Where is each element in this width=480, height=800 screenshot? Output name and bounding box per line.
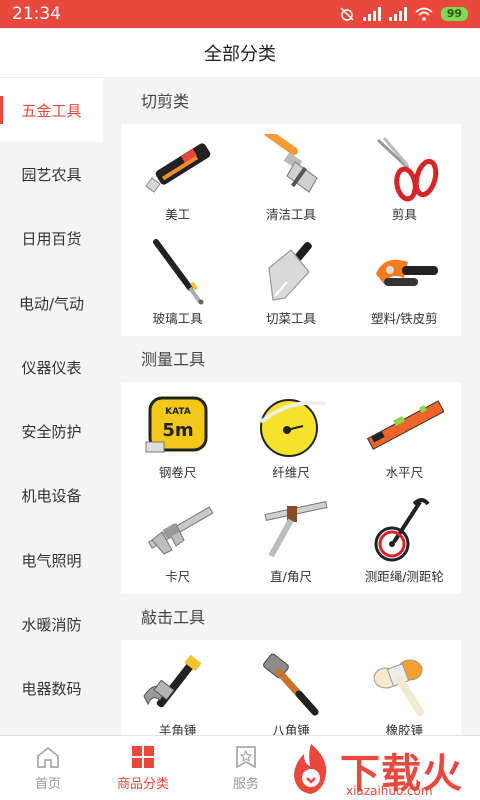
sidebar-item-label: 机电设备	[21, 487, 82, 506]
pipe-cutter-icon	[376, 259, 439, 286]
service-icon	[236, 746, 256, 769]
scraper-icon	[263, 134, 318, 193]
tab-service[interactable]: 服务	[206, 736, 286, 800]
status-time: 21:34	[12, 4, 61, 24]
rubber-mallet-icon	[373, 659, 425, 716]
header: 全部分类	[0, 28, 480, 78]
category-sidebar: 五金工具 园艺农具 日用百货 电动/气动 仪器仪表 安全防护 机电设备 电气照明…	[0, 78, 103, 735]
item-label: 塑料/铁皮剪	[370, 311, 438, 326]
page-title: 全部分类	[204, 43, 276, 65]
sidebar-item-label: 仪器仪表	[21, 358, 82, 377]
category-item-utility-knife[interactable]: 美工	[121, 128, 234, 232]
alarm-off-icon	[340, 7, 354, 21]
category-item-pipe-cutter[interactable]: 塑料/铁皮剪	[348, 232, 461, 336]
watermark-logo: 下载火 xiazaihuo.com	[280, 738, 480, 800]
fiber-tape-icon	[259, 399, 326, 457]
item-label: 水平尺	[385, 465, 424, 480]
section-card-measuring: KATA 5m 钢卷尺 纤维尺 水平尺 卡尺 直/角尺 测距绳/测距轮	[121, 382, 461, 594]
category-item-tape-measure[interactable]: KATA 5m 钢卷尺	[121, 386, 234, 490]
sidebar-item-daily-goods[interactable]: 日用百货	[0, 207, 103, 271]
category-item-scraper[interactable]: 清洁工具	[234, 128, 347, 232]
sidebar-item-plumbing[interactable]: 水暖消防	[0, 592, 103, 656]
sidebar-item-label: 安全防护	[21, 423, 82, 442]
tab-label: 首页	[34, 777, 61, 792]
section-card-cutting: 美工 清洁工具 剪具 玻璃工具 切菜工具 塑料/铁皮剪	[121, 124, 461, 336]
section-title: 敲击工具	[141, 608, 206, 627]
sidebar-item-label: 日用百货	[21, 230, 82, 249]
item-label: 玻璃工具	[152, 311, 203, 326]
sidebar-item-electronics[interactable]: 电器数码	[0, 657, 103, 721]
spirit-level-icon	[367, 400, 445, 450]
category-item-caliper[interactable]: 卡尺	[121, 490, 234, 594]
item-label: 切菜工具	[265, 311, 316, 326]
sidebar-item-instruments[interactable]: 仪器仪表	[0, 335, 103, 399]
category-item-scissors[interactable]: 剪具	[348, 128, 461, 232]
home-icon	[37, 746, 59, 768]
signal-icon	[362, 7, 381, 21]
sidebar-item-label: 水暖消防	[21, 616, 82, 635]
sidebar-item-label: 园艺农具	[21, 165, 82, 184]
caliper-icon	[147, 506, 214, 555]
wifi-icon	[415, 7, 433, 21]
tape-length: 5m	[162, 420, 193, 441]
item-label: 橡胶锤	[385, 723, 424, 735]
category-item-square-ruler[interactable]: 直/角尺	[234, 490, 347, 594]
tab-home[interactable]: 首页	[8, 736, 88, 800]
category-item-claw-hammer[interactable]: 羊角锤	[121, 644, 234, 735]
category-item-rubber-mallet[interactable]: 橡胶锤	[348, 644, 461, 735]
claw-hammer-icon	[143, 654, 202, 708]
watermark-url: xiazaihuo.com	[346, 784, 433, 798]
category-item-spirit-level[interactable]: 水平尺	[348, 386, 461, 490]
item-label: 直/角尺	[270, 569, 312, 584]
category-item-glass-cutter[interactable]: 玻璃工具	[121, 232, 234, 336]
sidebar-item-power-tools[interactable]: 电动/气动	[0, 271, 103, 335]
signal-icon-2	[388, 7, 407, 21]
utility-knife-icon	[144, 143, 210, 193]
item-label: 美工	[165, 207, 191, 222]
scissors-icon	[377, 137, 439, 202]
measuring-wheel-icon	[374, 498, 430, 562]
sledge-hammer-icon	[263, 653, 319, 716]
sidebar-item-hardware-tools[interactable]: 五金工具	[0, 78, 103, 143]
section-card-striking: 羊角锤 八角锤 橡胶锤	[121, 640, 461, 735]
tab-label: 商品分类	[116, 777, 169, 792]
category-item-sledge-hammer[interactable]: 八角锤	[234, 644, 347, 735]
item-label: 卡尺	[165, 569, 191, 584]
category-content: 切剪类 美工 清洁工具 剪具 玻璃工具 切菜工具 塑料/铁皮剪 测量工具 KAT…	[103, 78, 480, 735]
square-ruler-icon	[264, 501, 328, 558]
tape-measure-icon: KATA 5m	[145, 396, 208, 453]
sidebar-item-label: 电器数码	[21, 680, 82, 699]
section-title: 测量工具	[141, 350, 206, 369]
category-item-cleaver[interactable]: 切菜工具	[234, 232, 347, 336]
status-bar: 21:34 99	[0, 0, 480, 28]
category-item-fiber-tape[interactable]: 纤维尺	[234, 386, 347, 490]
tape-brand: KATA	[165, 407, 191, 417]
sidebar-item-gardening[interactable]: 园艺农具	[0, 142, 103, 206]
category-item-measuring-wheel[interactable]: 测距绳/测距轮	[348, 490, 461, 594]
item-label: 剪具	[391, 207, 417, 222]
glass-cutter-icon	[152, 239, 204, 305]
item-label: 八角锤	[272, 723, 310, 735]
sidebar-item-label: 电动/气动	[18, 294, 85, 313]
sidebar-item-machinery[interactable]: 机电设备	[0, 464, 103, 528]
sidebar-item-lighting[interactable]: 电气照明	[0, 528, 103, 592]
cleaver-icon	[268, 241, 312, 301]
tab-categories[interactable]: 商品分类	[88, 736, 198, 800]
battery-indicator: 99	[440, 7, 468, 21]
flame-logo-icon	[294, 744, 327, 794]
item-label: 钢卷尺	[158, 465, 197, 480]
category-icon	[132, 746, 154, 768]
item-label: 羊角锤	[158, 723, 197, 735]
sidebar-item-label: 电气照明	[21, 551, 82, 570]
item-label: 纤维尺	[272, 465, 310, 480]
sidebar-item-label: 五金工具	[21, 101, 82, 120]
item-label: 清洁工具	[265, 207, 316, 222]
sidebar-item-safety[interactable]: 安全防护	[0, 399, 103, 463]
item-label: 测距绳/测距轮	[364, 569, 444, 584]
tab-label: 服务	[232, 777, 259, 792]
section-title: 切剪类	[141, 92, 190, 111]
